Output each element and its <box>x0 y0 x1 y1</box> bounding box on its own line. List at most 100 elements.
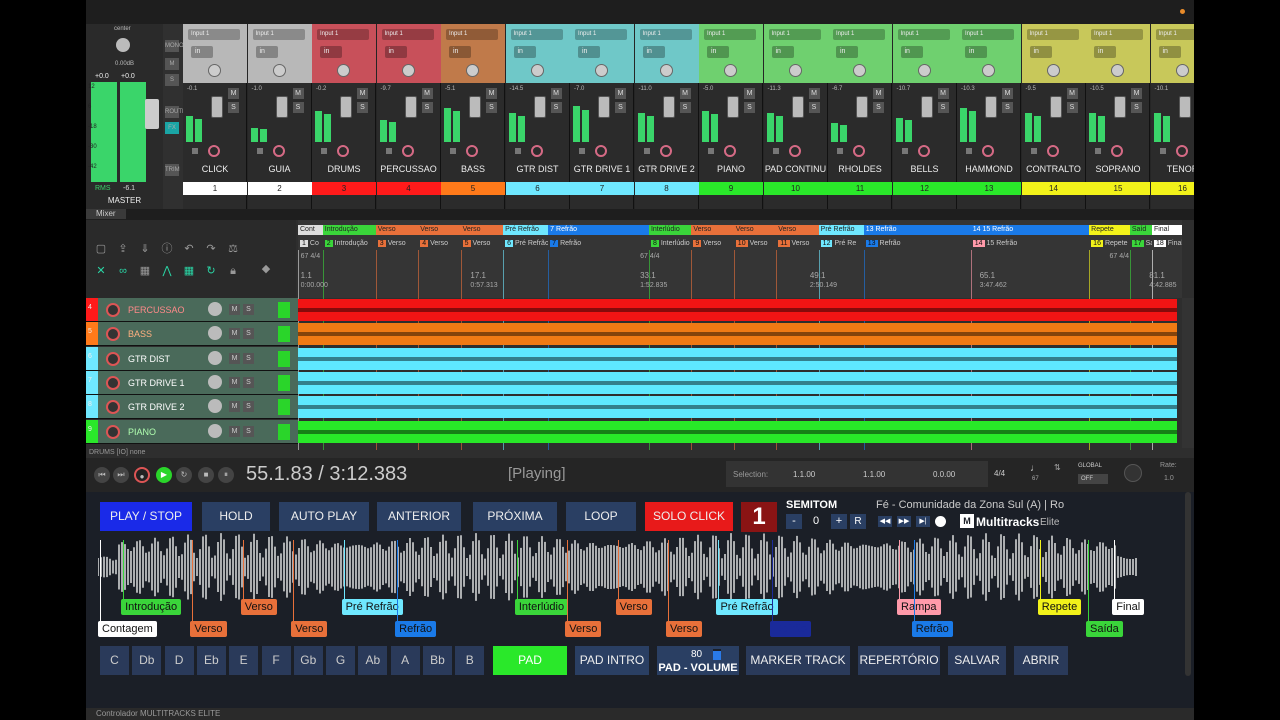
volume-fader[interactable] <box>727 96 739 118</box>
key-button[interactable]: Bb <box>423 646 452 675</box>
solo-button[interactable]: S <box>1002 102 1013 113</box>
metronome-icon[interactable]: ⚖ <box>226 242 240 256</box>
input-select[interactable]: Input 1 <box>252 29 305 40</box>
ripple-icon[interactable]: ▦ <box>138 264 152 278</box>
track-lane[interactable] <box>298 347 1177 370</box>
volume-fader[interactable] <box>1049 96 1062 118</box>
master-side-button[interactable]: M <box>165 58 179 70</box>
input-select[interactable]: Input 1 <box>897 29 950 40</box>
input-select[interactable]: Input 1 <box>317 29 369 40</box>
pan-knob[interactable] <box>208 64 221 77</box>
marker[interactable]: 12 Pré Re <box>819 239 864 249</box>
input-mode-select[interactable]: in <box>965 46 987 58</box>
section-label[interactable]: Verso <box>240 599 277 615</box>
track-lane[interactable] <box>298 420 1177 443</box>
play-icon[interactable]: ▶ <box>156 467 172 483</box>
grid-snap-icon[interactable]: ✕ <box>94 264 108 278</box>
volume-fader[interactable] <box>662 96 675 118</box>
section-label[interactable]: Verso <box>565 621 602 637</box>
selection-start[interactable]: 1.1.00 <box>793 470 815 479</box>
input-select[interactable]: Input 1 <box>639 29 692 40</box>
input-mode-select[interactable]: in <box>1029 46 1052 58</box>
record-arm-button[interactable] <box>853 145 865 157</box>
input-mode-select[interactable]: in <box>191 46 213 58</box>
pan-knob[interactable] <box>466 64 479 77</box>
marker[interactable]: 11 Verso <box>776 239 818 249</box>
solo-button[interactable]: S <box>679 102 691 113</box>
section-label[interactable]: Verso <box>615 599 652 615</box>
key-button[interactable]: Ab <box>358 646 388 675</box>
repeat-icon[interactable]: ↻ <box>176 467 192 483</box>
section-label[interactable]: Pré Refrão <box>341 599 403 615</box>
key-button[interactable]: C <box>100 646 129 675</box>
mute-button[interactable]: M <box>486 88 497 99</box>
volume-fader[interactable] <box>469 96 481 118</box>
track-volume-knob[interactable] <box>208 399 222 414</box>
track-solo-button[interactable]: S <box>243 376 254 388</box>
track-record-arm[interactable] <box>106 400 120 415</box>
pad-intro-button[interactable]: PAD INTRO <box>575 646 649 675</box>
input-mode-select[interactable]: in <box>513 46 536 58</box>
undo-icon[interactable]: ↶ <box>182 242 196 256</box>
track-record-arm[interactable] <box>106 375 120 390</box>
mute-button[interactable]: M <box>1131 88 1142 99</box>
section-label[interactable]: Verso <box>190 621 227 637</box>
input-select[interactable]: Input 1 <box>962 29 1014 40</box>
master-side-button[interactable]: ROUTE <box>165 106 186 118</box>
volume-fader[interactable] <box>920 96 933 118</box>
mute-button[interactable]: M <box>228 88 239 99</box>
input-mode-select[interactable]: in <box>1158 46 1181 58</box>
marker[interactable]: 4 Verso <box>418 239 460 249</box>
pan-knob[interactable] <box>724 64 737 77</box>
volume-fader[interactable] <box>856 96 868 118</box>
section-label[interactable]: Refrão <box>395 621 437 637</box>
region-label[interactable]: Introdução <box>322 225 376 235</box>
region-label[interactable]: Repete <box>1089 225 1130 235</box>
track-mute-button[interactable]: M <box>229 401 240 413</box>
region-label[interactable]: 7 Refrão <box>548 225 649 235</box>
region-label[interactable]: Verso <box>375 225 419 235</box>
record-arm-button[interactable] <box>1175 145 1188 157</box>
control-button[interactable]: PRÓXIMA <box>473 502 557 531</box>
open-project-icon[interactable]: ⇪ <box>116 242 130 256</box>
go-start-icon[interactable]: ⏮ <box>94 467 110 483</box>
record-arm-button[interactable] <box>917 145 930 157</box>
key-button[interactable]: B <box>455 646 485 675</box>
tempo-value[interactable]: 67 <box>1032 476 1039 482</box>
track-header[interactable]: 6 GTR DIST M S <box>86 346 298 371</box>
pan-knob[interactable] <box>1046 64 1060 77</box>
region-label[interactable]: Verso <box>776 225 819 235</box>
section-label[interactable]: Final <box>1112 599 1145 615</box>
track-record-arm[interactable] <box>106 303 120 317</box>
control-button[interactable]: ANTERIOR <box>377 502 461 531</box>
pan-knob[interactable] <box>530 64 544 77</box>
marker[interactable]: 14 15 Refrão <box>971 239 1089 249</box>
mute-button[interactable]: M <box>292 88 304 99</box>
volume-fader[interactable] <box>533 96 546 118</box>
skip-end-icon[interactable]: ▶| <box>916 516 930 527</box>
track-mute-button[interactable]: M <box>229 328 240 340</box>
region-label[interactable]: Cont <box>298 225 323 235</box>
control-button[interactable]: SOLO CLICK <box>645 502 733 531</box>
volume-fader[interactable] <box>275 96 288 118</box>
master-side-button[interactable]: TRIM <box>165 164 180 176</box>
record-arm-button[interactable] <box>530 145 543 157</box>
marker[interactable]: 3 Verso <box>376 239 418 249</box>
input-select[interactable]: Input 1 <box>1026 29 1079 40</box>
rewind-icon[interactable]: ◀◀ <box>878 516 892 527</box>
section-label[interactable]: Verso <box>666 621 703 637</box>
mute-button[interactable]: M <box>744 88 755 99</box>
section-label[interactable]: Rampa <box>897 599 941 615</box>
volume-fader[interactable] <box>340 96 352 118</box>
pan-knob[interactable] <box>337 64 350 77</box>
song-waveform[interactable] <box>98 532 1148 602</box>
region-label[interactable]: Saíd <box>1129 225 1152 235</box>
master-side-button[interactable]: FX <box>165 122 179 134</box>
marker[interactable]: 2 Introdução <box>323 239 376 249</box>
record-arm-button[interactable] <box>401 145 414 157</box>
track-record-arm[interactable] <box>106 327 120 342</box>
marker[interactable]: 6 Pré Refrão <box>503 239 548 249</box>
mute-button[interactable]: M <box>615 88 626 99</box>
solo-button[interactable]: S <box>228 102 239 113</box>
track-record-arm[interactable] <box>106 424 120 439</box>
